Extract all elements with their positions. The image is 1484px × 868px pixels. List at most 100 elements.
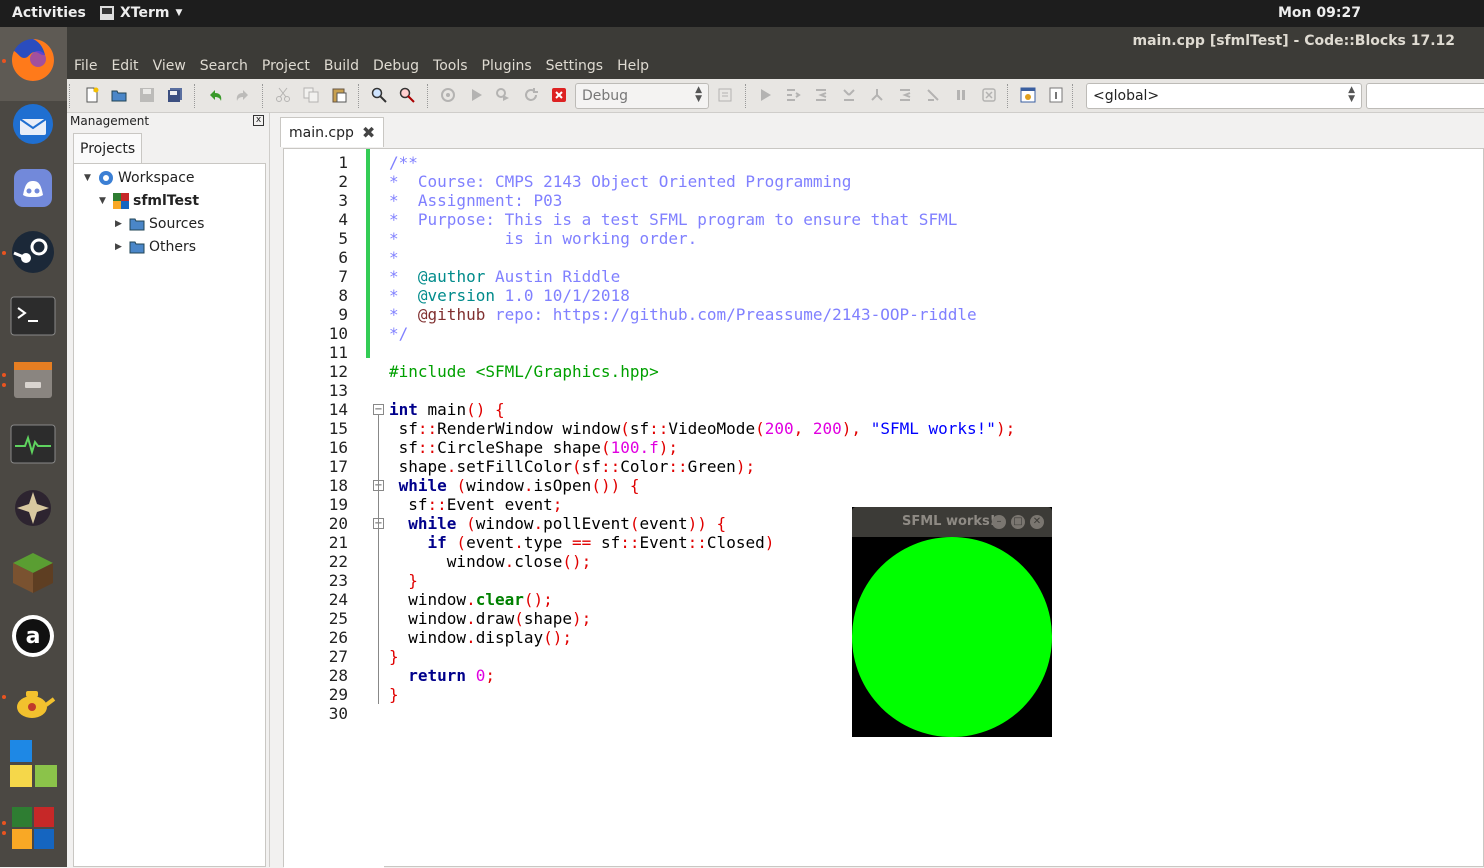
- build-target-select[interactable]: Debug ▲ ▼: [575, 83, 709, 109]
- run-to-cursor-icon[interactable]: [785, 87, 801, 103]
- discord-icon[interactable]: [8, 163, 58, 213]
- expand-arrow-icon[interactable]: ▼: [99, 196, 109, 206]
- expand-arrow-icon[interactable]: ▼: [84, 173, 94, 183]
- steam-icon[interactable]: [8, 227, 58, 277]
- project-tree: ▼ Workspace ▼ sfmlTest ▶ Sources ▶ Other…: [73, 163, 266, 867]
- code-line: window.clear();: [389, 590, 553, 609]
- clock[interactable]: Mon 09:27: [1278, 5, 1361, 21]
- files-icon[interactable]: [8, 355, 58, 405]
- scope-select[interactable]: <global> ▲ ▼: [1086, 83, 1362, 109]
- menu-view[interactable]: View: [153, 57, 193, 79]
- firefox-icon[interactable]: [8, 35, 58, 85]
- tab-main-cpp[interactable]: main.cpp ✖: [280, 117, 385, 147]
- save-all-icon[interactable]: [167, 87, 183, 103]
- menu-project[interactable]: Project: [262, 57, 317, 79]
- amazon-icon[interactable]: a: [8, 611, 58, 661]
- run-icon[interactable]: [468, 87, 484, 103]
- save-icon[interactable]: [139, 87, 155, 103]
- undo-icon[interactable]: [207, 87, 223, 103]
- sfml-window[interactable]: SFML works! – □ ✕: [852, 507, 1052, 737]
- collapsed-arrow-icon[interactable]: ▶: [115, 219, 125, 229]
- activities-button[interactable]: Activities: [12, 5, 86, 21]
- menu-settings[interactable]: Settings: [546, 57, 610, 79]
- code-line: * @author Austin Riddle: [389, 267, 621, 286]
- next-instruction-icon[interactable]: [897, 87, 913, 103]
- maximize-icon[interactable]: □: [1011, 515, 1025, 529]
- menu-edit[interactable]: Edit: [111, 57, 145, 79]
- app-menu-label: XTerm: [120, 5, 170, 21]
- line-number: 11: [328, 343, 348, 362]
- code-line: * Assignment: P03: [389, 191, 563, 210]
- build-icon[interactable]: [440, 87, 456, 103]
- menu-tools[interactable]: Tools: [433, 57, 475, 79]
- line-number: 25: [328, 609, 348, 628]
- management-panel: Management x Projects ▼ Workspace ▼ sfml…: [67, 113, 270, 867]
- rebuild-icon[interactable]: [523, 87, 539, 103]
- code-line: #include <SFML/Graphics.hpp>: [389, 362, 659, 381]
- fold-line: [378, 415, 379, 704]
- editor-area: main.cpp ✖ 1 2 3 4 5 6 7 8 9 10 11 12 13 14 15 16 17 18 19…: [271, 113, 1484, 868]
- cut-icon[interactable]: [275, 87, 291, 103]
- management-header: Management: [70, 114, 150, 128]
- copy-icon[interactable]: [303, 87, 319, 103]
- replace-icon[interactable]: [399, 87, 415, 103]
- show-target-icon[interactable]: [717, 87, 733, 103]
- terminal-icon[interactable]: [8, 291, 58, 341]
- menu-plugins[interactable]: Plugins: [482, 57, 539, 79]
- next-line-icon[interactable]: [813, 87, 829, 103]
- thunderbird-icon[interactable]: [8, 99, 58, 149]
- menu-build[interactable]: Build: [324, 57, 366, 79]
- fold-toggle-icon[interactable]: −: [373, 404, 384, 415]
- menu-help[interactable]: Help: [617, 57, 656, 79]
- redo-icon[interactable]: [235, 87, 251, 103]
- step-out-icon[interactable]: [869, 87, 885, 103]
- line-number: 27: [328, 647, 348, 666]
- tree-item-sources[interactable]: ▶ Sources: [115, 216, 204, 232]
- function-select[interactable]: [1366, 83, 1484, 109]
- tiles-icon[interactable]: [8, 739, 58, 789]
- minecraft-icon[interactable]: [8, 547, 58, 597]
- code-line: window.draw(shape);: [389, 609, 592, 628]
- tree-item-label: Others: [149, 239, 197, 255]
- green-circle-shape: [852, 537, 1052, 737]
- build-run-icon[interactable]: [495, 87, 511, 103]
- abort-icon[interactable]: [551, 87, 567, 103]
- tree-item-others[interactable]: ▶ Others: [115, 239, 196, 255]
- debug-continue-icon[interactable]: [757, 87, 773, 103]
- menu-search[interactable]: Search: [200, 57, 255, 79]
- find-icon[interactable]: [371, 87, 387, 103]
- stop-debugger-icon[interactable]: [981, 87, 997, 103]
- system-monitor-icon[interactable]: [8, 419, 58, 469]
- line-number: 14: [328, 400, 348, 419]
- paste-icon[interactable]: [331, 87, 347, 103]
- open-folder-icon[interactable]: [111, 87, 127, 103]
- menu-debug[interactable]: Debug: [373, 57, 426, 79]
- menu-file[interactable]: File: [74, 57, 104, 79]
- code-line: window.display();: [389, 628, 573, 647]
- info-icon[interactable]: [1048, 87, 1064, 103]
- close-icon[interactable]: x: [253, 115, 264, 126]
- sfml-titlebar[interactable]: SFML works! – □ ✕: [852, 507, 1052, 537]
- minimize-icon[interactable]: –: [992, 515, 1006, 529]
- debug-windows-icon[interactable]: [1020, 87, 1036, 103]
- line-number: 6: [338, 248, 348, 267]
- line-number: 23: [328, 571, 348, 590]
- teapot-icon[interactable]: [8, 675, 58, 725]
- collapsed-arrow-icon[interactable]: ▶: [115, 242, 125, 252]
- close-tab-icon[interactable]: ✖: [362, 123, 375, 142]
- code-line: while (window.pollEvent(event)) {: [408, 514, 727, 533]
- app-icon[interactable]: [8, 483, 58, 533]
- workspace-icon: [99, 171, 113, 185]
- codeblocks-icon[interactable]: [8, 803, 58, 853]
- tab-projects[interactable]: Projects: [73, 133, 143, 164]
- window-titlebar[interactable]: main.cpp [sfmlTest] - Code::Blocks 17.12: [67, 27, 1484, 57]
- new-file-icon[interactable]: [84, 87, 100, 103]
- app-menu[interactable]: XTerm ▼: [100, 5, 182, 21]
- xterm-icon: [100, 6, 114, 20]
- step-into-instruction-icon[interactable]: [925, 87, 941, 103]
- pause-icon[interactable]: [953, 87, 969, 103]
- step-into-icon[interactable]: [841, 87, 857, 103]
- tree-item-workspace[interactable]: ▼ Workspace: [84, 170, 195, 186]
- close-icon[interactable]: ✕: [1030, 515, 1044, 529]
- tree-item-project[interactable]: ▼ sfmlTest: [99, 193, 199, 209]
